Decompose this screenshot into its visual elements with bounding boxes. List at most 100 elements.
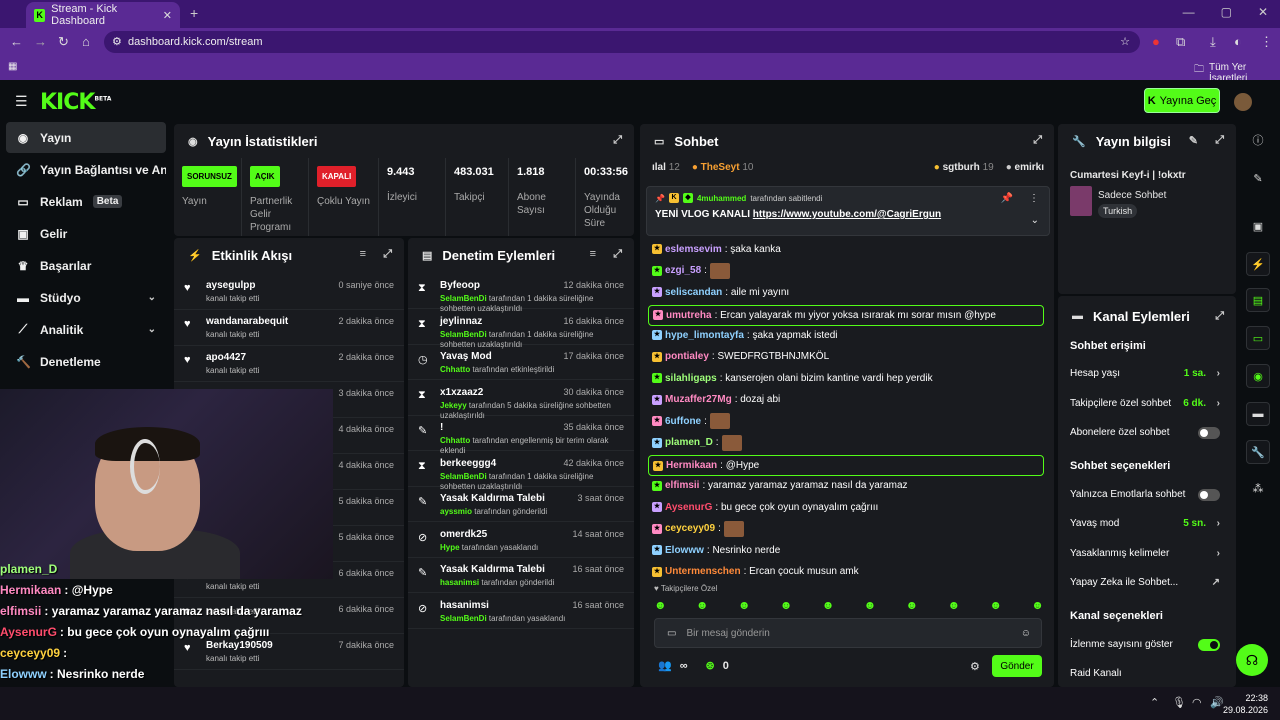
moderator-name[interactable]: Chhatto: [440, 436, 470, 445]
expand-icon[interactable]: ⤢: [383, 248, 392, 261]
kick-logo[interactable]: KICKBETA: [40, 90, 111, 115]
chat-username[interactable]: AysenurG: [665, 502, 712, 513]
close-tab-icon[interactable]: ✕: [163, 9, 172, 22]
menu-dots-icon[interactable]: ⋮: [1260, 34, 1273, 50]
mic-icon[interactable]: 🎙: [1172, 696, 1186, 709]
expand-icon[interactable]: ⤢: [1215, 134, 1224, 147]
chat-message[interactable]: ★ eslemsevim: şaka kanka: [652, 240, 1042, 258]
ai-chat-row[interactable]: Yapay Zeka ile Sohbet... ↗: [1070, 577, 1220, 588]
stats-rail-icon[interactable]: ▤: [1246, 288, 1270, 312]
emote-icon[interactable]: ☻: [947, 598, 960, 614]
moderator-name[interactable]: Hype: [440, 543, 460, 552]
pinned-message[interactable]: 📌 K ◆ 4muhammed tarafından sabitlendi YENİ V…: [646, 186, 1050, 236]
chat-message[interactable]: ★ elfimsii: yaramaz yaramaz yaramaz nasıl…: [652, 477, 1042, 495]
chat-message[interactable]: ★ 6uffone:: [652, 412, 1042, 430]
account-age-row[interactable]: Hesap yaşı 1 sa. ›: [1070, 368, 1220, 379]
sidebar-item-moderation[interactable]: 🔨 Denetleme: [6, 346, 166, 377]
chat-message[interactable]: ★ AysenurG: bu gece çok oyun oynayalım ça…: [652, 498, 1042, 516]
wrench-rail-icon[interactable]: 🔧: [1246, 440, 1270, 464]
chat-message[interactable]: ★ plamen_D:: [652, 434, 1042, 452]
emote-icon[interactable]: ☻: [822, 598, 835, 614]
chat-input[interactable]: ▭ Bir mesaj gönderin ☺: [654, 618, 1042, 648]
sidebar-item-revenue[interactable]: ▣ Gelir: [6, 218, 166, 249]
moderator-name[interactable]: SelamBenDi: [440, 294, 487, 303]
leader-item[interactable]: ● TheSeyt 10: [692, 162, 754, 176]
leader-item[interactable]: ● sgtburh 19: [934, 162, 994, 176]
chat-username[interactable]: Hermikaan: [666, 460, 717, 471]
download-icon[interactable]: ⤓: [1210, 34, 1216, 50]
emote-icon[interactable]: ☻: [906, 598, 919, 614]
chat-message[interactable]: ★ Muzaffer27Mg: dozaj abi: [652, 391, 1042, 409]
chat-message[interactable]: ★ ceyceyy09:: [652, 520, 1042, 538]
apps-rail-icon[interactable]: ⁂: [1246, 476, 1270, 500]
chat-username[interactable]: 6uffone: [665, 416, 701, 427]
chat-message[interactable]: ★ Hermikaan: @Hype: [648, 455, 1044, 476]
moderator-name[interactable]: ayssmio: [440, 507, 472, 516]
forward-icon[interactable]: →: [34, 34, 47, 49]
chat-message[interactable]: ★ hype_limontayfa: şaka yapmak istedi: [652, 326, 1042, 344]
chat-username[interactable]: silahligaps: [665, 373, 717, 384]
sidebar-item-ads[interactable]: ▭ Reklam Beta: [6, 186, 166, 217]
expand-icon[interactable]: ⤢: [613, 248, 622, 261]
edit-icon[interactable]: ✎: [1246, 166, 1270, 190]
emote-icon[interactable]: ☻: [1031, 598, 1044, 614]
emote-icon[interactable]: ☻: [738, 598, 751, 614]
chat-message[interactable]: ★ Untermenschen: Ercan çocuk musun amk: [652, 563, 1042, 581]
url-input[interactable]: ⚙ dashboard.kick.com/stream ☆: [104, 31, 1140, 53]
maximize-icon[interactable]: ▢: [1221, 5, 1232, 19]
followers-chat-row[interactable]: Takipçilere özel sohbet 6 dk. ›: [1070, 398, 1220, 409]
stream-rail-icon[interactable]: ◉: [1246, 364, 1270, 388]
chevron-down-icon[interactable]: ⌄: [1031, 215, 1039, 226]
moderator-name[interactable]: Chhatto: [440, 365, 470, 374]
sidebar-item-achievements[interactable]: ♛ Başarılar: [6, 250, 166, 281]
wifi-icon[interactable]: ◠: [1192, 696, 1202, 709]
raid-row[interactable]: Raid Kanalı: [1070, 668, 1220, 679]
filter-icon[interactable]: ≡: [360, 248, 366, 260]
emote-icon[interactable]: ☻: [696, 598, 709, 614]
reload-icon[interactable]: ↻: [58, 34, 69, 50]
close-window-icon[interactable]: ✕: [1258, 5, 1268, 19]
chat-username[interactable]: seliscandan: [665, 287, 722, 298]
chat-message[interactable]: ★ umutreha: Ercan yalayarak mı yiyor yoks…: [648, 304, 1044, 326]
avatar[interactable]: [1234, 93, 1252, 111]
more-options-icon[interactable]: ⋮: [1029, 193, 1039, 204]
moderator-name[interactable]: SelamBenDi: [440, 330, 487, 339]
moderator-name[interactable]: SelamBenDi: [440, 472, 487, 481]
moderator-name[interactable]: hasanimsi: [440, 578, 479, 587]
go-live-button[interactable]: K Yayına Geç: [1144, 88, 1220, 113]
expand-icon[interactable]: ⤢: [1033, 134, 1042, 147]
bookmark-star-icon[interactable]: ☆: [1120, 31, 1130, 53]
chat-message[interactable]: ★ ezgi_58:: [652, 262, 1042, 280]
chat-username[interactable]: hype_limontayfa: [665, 330, 744, 341]
home-icon[interactable]: ⌂: [82, 34, 90, 49]
extensions-puzzle-icon[interactable]: ⧉: [1176, 34, 1185, 50]
chat-username[interactable]: plamen_D: [665, 437, 713, 448]
sidebar-item-analytics[interactable]: ⟋ Analitik ⌄: [6, 314, 166, 345]
chat-message[interactable]: ★ pontialey: SWEDFRGTBHNJMKÖL: [652, 348, 1042, 366]
sidebar-item-stream[interactable]: ◉ Yayın: [6, 122, 166, 153]
taskbar-clock[interactable]: 22:38 29.08.2026: [1223, 692, 1268, 716]
settings-gear-icon[interactable]: ⚙: [970, 660, 980, 673]
chat-username[interactable]: Untermenschen: [665, 566, 741, 577]
volume-icon[interactable]: 🔊: [1210, 696, 1224, 709]
chat-message[interactable]: ★ silahligaps: kanserojen olani bizim kan…: [652, 369, 1042, 387]
minimize-icon[interactable]: —: [1183, 5, 1195, 19]
chat-username[interactable]: eslemsevim: [665, 244, 722, 255]
browser-tab[interactable]: K Stream - Kick Dashboard ✕: [26, 2, 180, 28]
site-info-icon[interactable]: ⚙: [112, 31, 122, 53]
profile-icon[interactable]: ◐: [1234, 34, 1242, 49]
chat-username[interactable]: umutreha: [666, 310, 712, 321]
hamburger-menu-icon[interactable]: ☰: [15, 93, 28, 110]
chat-username[interactable]: ezgi_58: [665, 265, 701, 276]
emote-icon[interactable]: ☻: [780, 598, 793, 614]
new-tab-icon[interactable]: +: [190, 5, 198, 21]
emote-only-toggle[interactable]: [1198, 488, 1220, 501]
banned-words-row[interactable]: Yasaklanmış kelimeler ›: [1070, 548, 1220, 559]
expand-icon[interactable]: ⤢: [1215, 310, 1224, 323]
chat-message[interactable]: ★ seliscandan: aile mi yayını: [652, 283, 1042, 301]
moderator-name[interactable]: Jekeyy: [440, 401, 467, 410]
edit-icon[interactable]: ✎: [1189, 134, 1198, 147]
chat-username[interactable]: Muzaffer27Mg: [665, 394, 732, 405]
pinned-link[interactable]: https://www.youtube.com/@CagriErgun: [753, 209, 941, 220]
emoji-icon[interactable]: ☺: [1021, 628, 1031, 639]
